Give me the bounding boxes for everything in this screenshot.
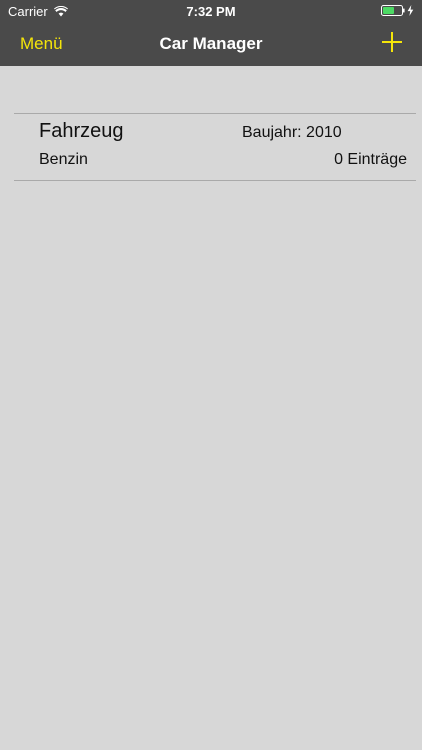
vehicle-name: Fahrzeug — [39, 120, 124, 142]
charging-bolt-icon — [407, 5, 414, 16]
screen: Carrier 7:32 PM Menü Car Manager Fahrzeu… — [0, 0, 422, 750]
vehicle-list: Fahrzeug Baujahr: 2010 Benzin 0 Einträge — [14, 113, 416, 181]
navigation-bar: Menü Car Manager — [0, 22, 422, 66]
vehicle-entries-count: 0 Einträge — [334, 151, 407, 168]
vehicle-row[interactable]: Fahrzeug Baujahr: 2010 Benzin 0 Einträge — [14, 114, 416, 180]
battery-group — [381, 5, 414, 16]
vehicle-year: Baujahr: 2010 — [242, 124, 342, 141]
plus-icon[interactable] — [382, 32, 402, 52]
battery-icon — [381, 5, 405, 16]
status-bar: Carrier 7:32 PM — [0, 0, 422, 22]
vehicle-fuel: Benzin — [39, 151, 88, 168]
status-time: 7:32 PM — [186, 4, 236, 19]
list-divider-bottom — [14, 180, 416, 181]
page-title: Car Manager — [159, 34, 263, 53]
